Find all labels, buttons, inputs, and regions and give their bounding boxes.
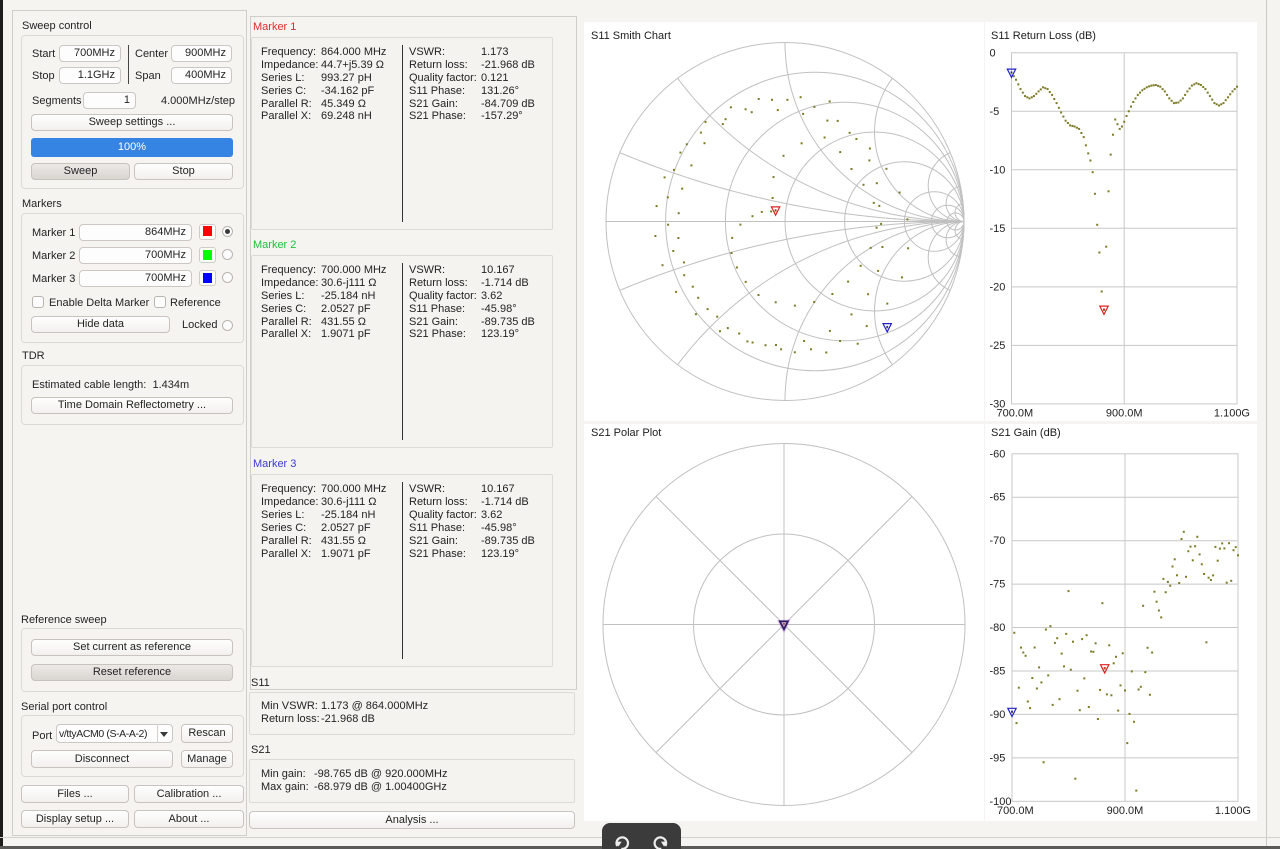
svg-text:-25: -25 [990, 340, 1006, 352]
svg-text:-70: -70 [990, 535, 1006, 547]
svg-text:-10: -10 [990, 164, 1006, 176]
svg-text:-65: -65 [990, 492, 1006, 504]
svg-text:1.100G: 1.100G [1215, 805, 1251, 817]
svg-text:-75: -75 [990, 579, 1006, 591]
svg-text:700.0M: 700.0M [997, 805, 1034, 817]
svg-text:-85: -85 [990, 666, 1006, 678]
svg-text:-80: -80 [990, 622, 1006, 634]
svg-text:700.0M: 700.0M [997, 407, 1034, 419]
svg-text:-90: -90 [990, 709, 1006, 721]
svg-text:0: 0 [990, 47, 996, 59]
svg-text:-15: -15 [990, 223, 1006, 235]
svg-text:1.100G: 1.100G [1214, 407, 1250, 419]
svg-text:900.0M: 900.0M [1106, 407, 1143, 419]
svg-text:-5: -5 [990, 106, 1000, 118]
svg-text:-95: -95 [990, 752, 1006, 764]
svg-text:900.0M: 900.0M [1107, 805, 1144, 817]
svg-text:-20: -20 [990, 281, 1006, 293]
svg-text:-60: -60 [990, 448, 1006, 460]
